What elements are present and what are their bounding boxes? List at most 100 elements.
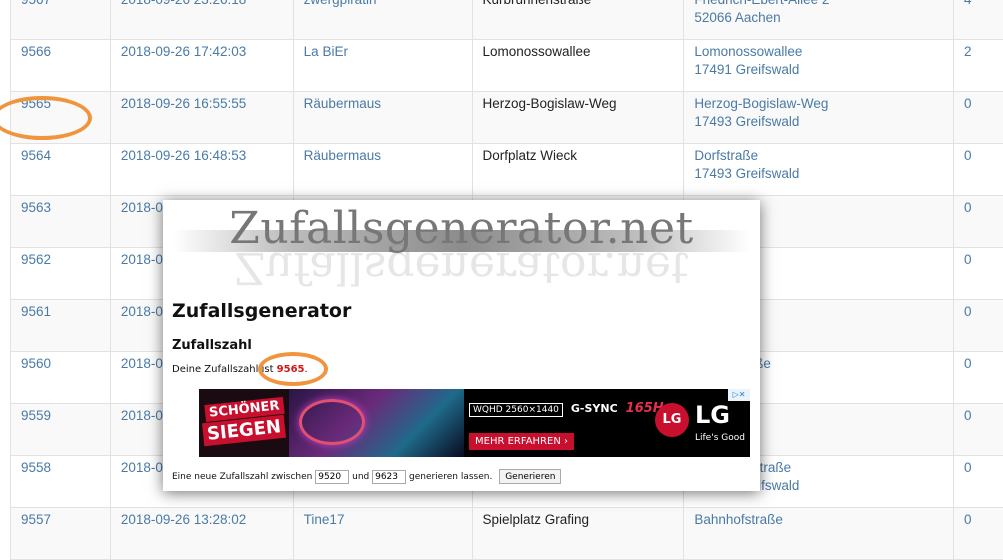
date-cell: 2018-09-26 16:48:53 bbox=[110, 144, 293, 196]
form-prefix: Eine neue Zufallszahl zwischen bbox=[172, 472, 312, 482]
location-cell-text: Herzog-Bogislaw-Weg bbox=[483, 92, 684, 113]
id-cell-text[interactable]: 9558 bbox=[21, 456, 110, 477]
count-cell-text: 4 bbox=[964, 0, 1003, 9]
address-line-2[interactable]: 17493 Greifswald bbox=[694, 166, 799, 181]
popup-panel: Zufallsgenerator.net Zufallsgenerator.ne… bbox=[163, 200, 760, 491]
date-cell: 2018-09-26 16:55:55 bbox=[110, 92, 293, 144]
id-cell-text[interactable]: 9563 bbox=[21, 196, 110, 217]
address-cell[interactable]: Friedrich-Ebert-Allee 2 52066 Aachen bbox=[684, 0, 954, 40]
address-cell[interactable]: Dorfstraße 17493 Greifswald bbox=[684, 144, 954, 196]
address-line-1[interactable]: Herzog-Bogislaw-Weg bbox=[694, 96, 828, 111]
user-cell[interactable]: La BiEr bbox=[293, 40, 472, 92]
id-cell-text[interactable]: 9560 bbox=[21, 352, 110, 373]
section-title: Zufallszahl bbox=[172, 338, 252, 353]
address-line-1[interactable]: Dorfstraße bbox=[694, 148, 758, 163]
id-cell-text[interactable]: 9566 bbox=[21, 40, 110, 61]
address-line-2[interactable]: 17493 Greifswald bbox=[694, 114, 799, 129]
id-cell[interactable]: 9566 bbox=[11, 40, 111, 92]
count-cell-text: 0 bbox=[964, 456, 1003, 477]
lg-logo-icon: LG bbox=[655, 403, 689, 437]
site-logo-reflection: Zufallsgenerator.net bbox=[163, 242, 760, 293]
ad-cta-button[interactable]: MEHR ERFAHREN › bbox=[469, 433, 574, 450]
generate-button[interactable]: Generieren bbox=[499, 469, 561, 484]
count-cell: 2 bbox=[954, 40, 1003, 92]
id-cell-text[interactable]: 9567 bbox=[21, 0, 110, 9]
ad-specs: WQHD 2560×1440G-SYNC165Hz bbox=[469, 401, 671, 417]
address-line-1[interactable]: Friedrich-Ebert-Allee 2 bbox=[694, 0, 829, 7]
id-cell-text[interactable]: 9561 bbox=[21, 300, 110, 321]
range-form: Eine neue Zufallszahl zwischen und gener… bbox=[172, 469, 561, 484]
date-cell-text: 2018-09-26 16:55:55 bbox=[121, 92, 293, 113]
adchoices-icon[interactable]: ▷✕ bbox=[728, 389, 750, 401]
count-cell: 0 bbox=[954, 404, 1003, 456]
id-cell-text[interactable]: 9564 bbox=[21, 144, 110, 165]
id-cell[interactable]: 9563 bbox=[11, 196, 111, 248]
table-row: 95652018-09-26 16:55:55RäubermausHerzog-… bbox=[11, 92, 1003, 144]
location-cell: Dorfplatz Wieck bbox=[472, 144, 684, 196]
count-cell-text: 0 bbox=[964, 248, 1003, 269]
count-cell: 0 bbox=[954, 196, 1003, 248]
id-cell[interactable]: 9559 bbox=[11, 404, 111, 456]
table-row: 95672018-09-26 23:26:18 zwergpiratin Kurbr… bbox=[11, 0, 1003, 40]
count-cell: 0 bbox=[954, 456, 1003, 508]
id-cell-text[interactable]: 9562 bbox=[21, 248, 110, 269]
count-cell-text: 0 bbox=[964, 300, 1003, 321]
count-cell: 0 bbox=[954, 92, 1003, 144]
location-cell-text: Spielplatz Grafing bbox=[483, 508, 684, 529]
user-cell-text[interactable]: La BiEr bbox=[304, 40, 472, 61]
address-cell[interactable]: Lomonossowallee 17491 Greifswald bbox=[684, 40, 954, 92]
address-cell[interactable]: Herzog-Bogislaw-Weg 17493 Greifswald bbox=[684, 92, 954, 144]
count-cell-text: 0 bbox=[964, 508, 1003, 529]
user-cell[interactable]: Räubermaus bbox=[293, 144, 472, 196]
form-and: und bbox=[352, 472, 369, 482]
count-cell: 4 bbox=[954, 0, 1003, 40]
location-cell: Kurbrunnenstraße bbox=[472, 0, 684, 40]
date-cell: 2018-09-26 17:42:03 bbox=[110, 40, 293, 92]
date-cell-text: 2018-09-26 16:48:53 bbox=[121, 144, 293, 165]
ad-spec-gsync: G-SYNC bbox=[571, 402, 618, 415]
page-title: Zufallsgenerator bbox=[172, 300, 351, 322]
count-cell-text: 0 bbox=[964, 404, 1003, 425]
id-cell[interactable]: 9558 bbox=[11, 456, 111, 508]
address-line-1[interactable]: Lomonossowallee bbox=[694, 44, 802, 59]
date-cell: 2018-09-26 23:26:18 bbox=[110, 0, 293, 40]
form-suffix: generieren lassen. bbox=[409, 472, 492, 482]
site-banner: Zufallsgenerator.net Zufallsgenerator.ne… bbox=[163, 200, 760, 290]
address-line-2[interactable]: 17491 Greifswald bbox=[694, 62, 799, 77]
max-input[interactable] bbox=[372, 470, 406, 484]
user-cell-text[interactable]: Räubermaus bbox=[304, 92, 472, 113]
id-cell[interactable]: 9567 bbox=[11, 0, 111, 40]
ad-spec-resolution: WQHD 2560×1440 bbox=[469, 403, 563, 417]
count-cell-text: 2 bbox=[964, 40, 1003, 61]
location-cell-text: Kurbrunnenstraße bbox=[483, 0, 684, 9]
id-cell-text[interactable]: 9557 bbox=[21, 508, 110, 529]
user-cell-text[interactable]: Tine17 bbox=[304, 508, 472, 529]
count-cell-text: 0 bbox=[964, 352, 1003, 373]
count-cell: 0 bbox=[954, 144, 1003, 196]
ad-rgb-ring bbox=[299, 399, 365, 445]
id-cell[interactable]: 9560 bbox=[11, 352, 111, 404]
count-cell-text: 0 bbox=[964, 144, 1003, 165]
id-cell[interactable]: 9561 bbox=[11, 300, 111, 352]
user-cell-text[interactable] bbox=[304, 196, 472, 199]
count-cell: 0 bbox=[954, 248, 1003, 300]
location-cell: Herzog-Bogislaw-Weg bbox=[472, 92, 684, 144]
location-cell: Lomonossowallee bbox=[472, 40, 684, 92]
user-cell[interactable]: zwergpiratin bbox=[293, 0, 472, 40]
address-line-2[interactable]: 52066 Aachen bbox=[694, 10, 780, 25]
ad-tagline: Life's Good bbox=[695, 433, 745, 443]
id-cell[interactable]: 9564 bbox=[11, 144, 111, 196]
id-cell-text[interactable]: 9559 bbox=[21, 404, 110, 425]
address-line-1[interactable]: Bahnhofstraße bbox=[694, 512, 783, 527]
highlight-ring-result bbox=[258, 352, 328, 386]
min-input[interactable] bbox=[315, 470, 349, 484]
advertisement-banner[interactable]: SCHÖNER SIEGEN WQHD 2560×1440G-SYNC165Hz… bbox=[199, 389, 750, 457]
count-cell-text: 0 bbox=[964, 196, 1003, 217]
user-cell-text[interactable]: Räubermaus bbox=[304, 144, 472, 165]
id-cell[interactable]: 9562 bbox=[11, 248, 111, 300]
user-cell-text[interactable]: zwergpiratin bbox=[304, 0, 472, 9]
date-cell-text: 2018-09-26 17:42:03 bbox=[121, 40, 293, 61]
count-cell: 0 bbox=[954, 300, 1003, 352]
user-cell[interactable]: Räubermaus bbox=[293, 92, 472, 144]
date-cell-text: 2018-09-26 13:28:02 bbox=[121, 508, 293, 529]
